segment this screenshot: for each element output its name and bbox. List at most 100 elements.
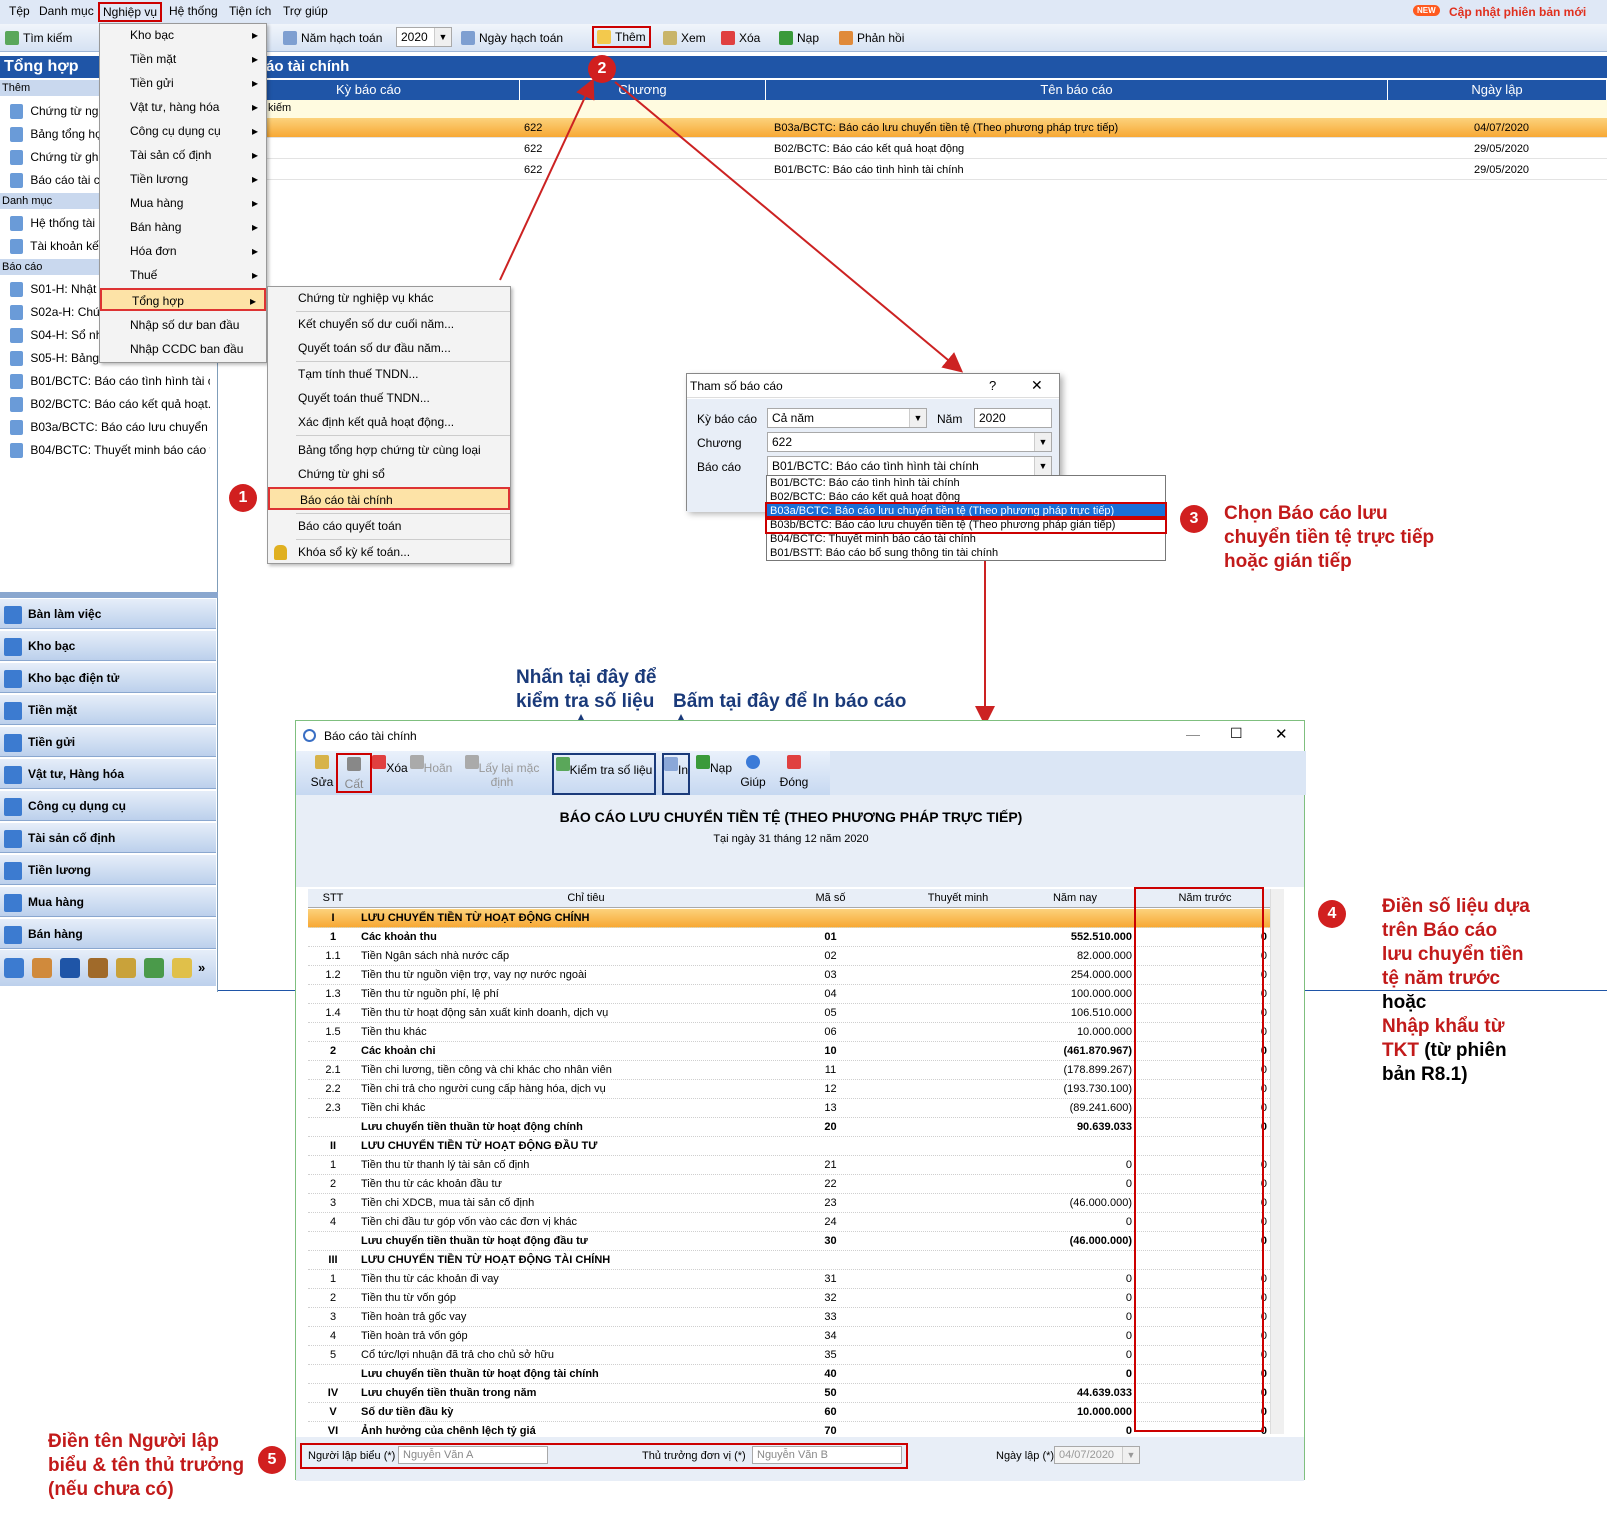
report-cell: Tiền chi đầu tư góp vốn vào các đơn vị k… bbox=[361, 1216, 577, 1228]
check-data-button[interactable]: Kiểm tra số liệu bbox=[552, 753, 656, 795]
report-cell: 5 bbox=[329, 1349, 337, 1361]
report-cell: 0 bbox=[1125, 1292, 1132, 1304]
report-cell: 1 bbox=[329, 931, 337, 943]
reload-button[interactable]: Nạp bbox=[696, 755, 732, 777]
report-row[interactable]: 1.4 Tiền thu từ hoạt động sản xuất kinh d… bbox=[308, 1004, 1278, 1023]
report-row[interactable]: 2 Tiền thu từ vốn góp 32 0 0 bbox=[308, 1289, 1278, 1308]
report-row[interactable]: 4 Tiền chi đầu tư góp vốn vào các đơn vị … bbox=[308, 1213, 1278, 1232]
reload-icon bbox=[696, 755, 710, 769]
report-cell: Các khoản chi bbox=[361, 1045, 436, 1057]
head-input[interactable]: Nguyễn Văn B bbox=[752, 1446, 902, 1464]
report-cell: Các khoản thu bbox=[361, 931, 437, 943]
minimize-icon[interactable]: — bbox=[1186, 726, 1200, 742]
report-cell bbox=[898, 1042, 1018, 1061]
report-cell: 2 bbox=[329, 1178, 337, 1190]
report-row[interactable]: 1.5 Tiền thu khác 06 10.000.000 0 bbox=[308, 1023, 1278, 1042]
report-row[interactable]: 2 Các khoản chi 10 (461.870.967) 0 bbox=[308, 1042, 1278, 1061]
report-row[interactable]: 2.2 Tiền chi trả cho người cung cấp hàng … bbox=[308, 1080, 1278, 1099]
report-row[interactable]: 1.1 Tiền Ngân sách nhà nước cấp 02 82.000.0… bbox=[308, 947, 1278, 966]
delete-button[interactable]: Xóa bbox=[372, 755, 408, 777]
report-row[interactable]: 1.2 Tiền thu từ nguồn viện trợ, vay nợ nư… bbox=[308, 966, 1278, 985]
report-row[interactable]: 4 Tiền hoàn trả vốn góp 34 0 0 bbox=[308, 1327, 1278, 1346]
date-input[interactable]: 04/07/2020 ▼ bbox=[1054, 1446, 1140, 1464]
report-cell: IV bbox=[327, 1387, 339, 1399]
report-cell: 100.000.000 bbox=[1070, 988, 1132, 1000]
report-cell bbox=[898, 1308, 1018, 1327]
report-row[interactable]: V Số dư tiền đầu kỳ 60 10.000.000 0 bbox=[308, 1403, 1278, 1422]
report-row[interactable]: III LƯU CHUYỂN TIỀN TỪ HOẠT ĐỘNG TÀI CHÍN… bbox=[308, 1251, 1278, 1270]
report-cell: 12 bbox=[824, 1083, 837, 1095]
help-button[interactable]: Giúp bbox=[734, 755, 772, 789]
print-icon bbox=[664, 757, 678, 771]
close-button[interactable]: Đóng bbox=[774, 755, 814, 789]
report-row[interactable]: 3 Tiền chi XDCB, mua tài sản cố định 23 (46… bbox=[308, 1194, 1278, 1213]
report-cell: 0 bbox=[1125, 1311, 1132, 1323]
edit-icon bbox=[315, 755, 329, 769]
report-cell: 13 bbox=[824, 1102, 837, 1114]
report-row[interactable]: 2.1 Tiền chi lương, tiền công và chi khác… bbox=[308, 1061, 1278, 1080]
report-row[interactable]: Lưu chuyển tiền thuần từ hoạt động chính… bbox=[308, 1118, 1278, 1137]
report-cell: 33 bbox=[824, 1311, 837, 1323]
save-button[interactable]: Cất bbox=[336, 753, 372, 793]
report-row[interactable]: Lưu chuyển tiền thuần từ hoạt động tài c… bbox=[308, 1365, 1278, 1384]
edit-button[interactable]: Sửa bbox=[304, 755, 340, 789]
report-cell: Lưu chuyển tiền thuần trong năm bbox=[361, 1387, 537, 1399]
report-cell bbox=[898, 1080, 1018, 1099]
report-cell: 1.5 bbox=[325, 1026, 341, 1038]
report-row[interactable]: 5 Cổ tức/lợi nhuận đã trả cho chủ sở hữu 3… bbox=[308, 1346, 1278, 1365]
report-cell: 1.1 bbox=[325, 950, 341, 962]
report-cell: 4 bbox=[329, 1216, 337, 1228]
report-cell bbox=[898, 1232, 1018, 1251]
report-cell: 10 bbox=[824, 1045, 837, 1057]
report-cell bbox=[308, 1365, 358, 1384]
report-cell: 20 bbox=[824, 1121, 837, 1133]
report-row[interactable]: IV Lưu chuyển tiền thuần trong năm 50 44.63… bbox=[308, 1384, 1278, 1403]
help-icon bbox=[746, 755, 760, 769]
close-icon[interactable]: ✕ bbox=[1275, 725, 1288, 743]
report-cell: 40 bbox=[824, 1368, 837, 1380]
undo-button[interactable]: Hoãn bbox=[408, 755, 454, 777]
delete-icon bbox=[372, 755, 387, 769]
reset-icon bbox=[464, 755, 479, 769]
report-cell: 22 bbox=[824, 1178, 837, 1190]
app-icon bbox=[303, 729, 316, 742]
report-cell bbox=[768, 1251, 893, 1270]
report-cell: 11 bbox=[824, 1064, 837, 1076]
report-cell: (89.241.600) bbox=[1069, 1102, 1132, 1114]
report-row[interactable]: 1 Các khoản thu 01 552.510.000 0 bbox=[308, 928, 1278, 947]
head-label: Thủ trưởng đơn vị (*) bbox=[642, 1450, 746, 1462]
report-cell: 03 bbox=[824, 969, 837, 981]
report-row[interactable]: Lưu chuyển tiền thuần từ hoạt động đầu t… bbox=[308, 1232, 1278, 1251]
report-row[interactable]: 2 Tiền thu từ các khoản đầu tư 22 0 0 bbox=[308, 1175, 1278, 1194]
report-cell bbox=[898, 947, 1018, 966]
preparer-label: Người lập biểu (*) bbox=[308, 1450, 396, 1462]
report-cell bbox=[898, 1384, 1018, 1403]
report-cell: 0 bbox=[1125, 1273, 1132, 1285]
report-cell: 0 bbox=[1125, 1330, 1132, 1342]
reset-default-button[interactable]: Lấy lại mặc định bbox=[454, 755, 550, 789]
report-row[interactable]: 1.3 Tiền thu từ nguồn phí, lệ phí 04 100.00… bbox=[308, 985, 1278, 1004]
report-cell: 35 bbox=[824, 1349, 837, 1361]
report-cell: 60 bbox=[824, 1406, 837, 1418]
report-scrollbar[interactable] bbox=[1270, 889, 1284, 1434]
maximize-icon[interactable]: ☐ bbox=[1230, 725, 1243, 742]
preparer-input[interactable]: Nguyễn Văn A bbox=[398, 1446, 548, 1464]
report-cell bbox=[898, 1118, 1018, 1137]
report-cell: 2 bbox=[329, 1045, 337, 1057]
print-button[interactable]: In bbox=[662, 753, 690, 795]
report-row[interactable]: 1 Tiền thu từ thanh lý tài sản cố định 21 0… bbox=[308, 1156, 1278, 1175]
report-cell: Tiền Ngân sách nhà nước cấp bbox=[361, 950, 510, 962]
report-cell: 0 bbox=[1125, 1368, 1132, 1380]
report-cell: Tiền thu khác bbox=[361, 1026, 427, 1038]
report-cell: 1.2 bbox=[325, 969, 341, 981]
report-row[interactable]: I LƯU CHUYỂN TIỀN TỪ HOẠT ĐỘNG CHÍNH bbox=[308, 909, 1278, 928]
report-cell: 0 bbox=[1125, 1216, 1132, 1228]
report-row[interactable]: 3 Tiền hoàn trả gốc vay 33 0 0 bbox=[308, 1308, 1278, 1327]
report-row[interactable]: II LƯU CHUYỂN TIỀN TỪ HOẠT ĐỘNG ĐẦU TƯ bbox=[308, 1137, 1278, 1156]
report-cell: 32 bbox=[824, 1292, 837, 1304]
report-row[interactable]: 2.3 Tiền chi khác 13 (89.241.600) 0 bbox=[308, 1099, 1278, 1118]
report-cell: 1.4 bbox=[325, 1007, 341, 1019]
report-cell bbox=[898, 1194, 1018, 1213]
report-row[interactable]: 1 Tiền thu từ các khoản đi vay 31 0 0 bbox=[308, 1270, 1278, 1289]
step-badge-2: 2 bbox=[588, 55, 616, 83]
